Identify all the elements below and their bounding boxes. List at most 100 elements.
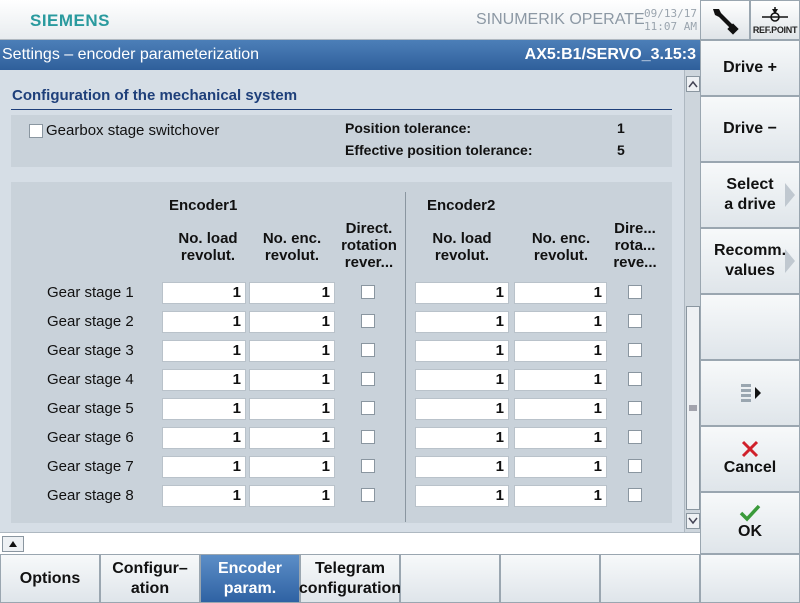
e1-enc-revolutions-input[interactable]: 1	[249, 456, 335, 478]
e1-load-revolutions-input[interactable]: 1	[162, 485, 246, 507]
recall-button[interactable]	[2, 536, 24, 552]
e2-enc-revolutions-input[interactable]: 1	[514, 282, 607, 304]
configuration-button[interactable]: Configur– ation	[100, 554, 200, 603]
gearbox-checkbox[interactable]	[29, 124, 43, 138]
ok-label: OK	[738, 523, 762, 540]
recomm-values-button[interactable]: Recomm. values	[700, 228, 800, 294]
e2-enc-revolutions-input[interactable]: 1	[514, 340, 607, 362]
e2-enc-revolutions-input[interactable]: 1	[514, 311, 607, 333]
col-header-line: Dire...	[614, 220, 656, 237]
e1-direction-reverse-checkbox[interactable]	[361, 459, 375, 473]
col-header-line: revolut.	[264, 247, 320, 264]
title-bar: Settings – encoder parameterization AX5:…	[0, 40, 700, 70]
refpoint-button[interactable]: REF.POINT	[750, 0, 800, 40]
position-tolerance-value: 1	[617, 120, 625, 136]
col-header-line: No. enc.	[531, 230, 591, 247]
e2-load-revolutions-input[interactable]: 1	[415, 485, 509, 507]
e2-direction-reverse-checkbox[interactable]	[628, 343, 642, 357]
e1-load-revolutions-input[interactable]: 1	[162, 427, 246, 449]
tools-button[interactable]	[700, 0, 750, 40]
col-header-e2-load: No. load revolut.	[415, 230, 509, 264]
empty-softkey-5[interactable]	[700, 294, 800, 360]
scroll-thumb[interactable]	[686, 306, 700, 510]
telegram-config-button[interactable]: Telegram configuration	[298, 554, 402, 603]
e1-load-revolutions-input[interactable]: 1	[162, 456, 246, 478]
softkey-line: configuration	[298, 579, 402, 597]
checkmark-icon	[739, 504, 761, 522]
e1-direction-reverse-checkbox[interactable]	[361, 401, 375, 415]
gear-stage-label: Gear stage 1	[47, 284, 134, 301]
e1-direction-reverse-checkbox[interactable]	[361, 285, 375, 299]
e1-direction-reverse-checkbox[interactable]	[361, 343, 375, 357]
e1-enc-revolutions-input[interactable]: 1	[249, 398, 335, 420]
e2-load-revolutions-input[interactable]: 1	[415, 369, 509, 391]
e2-direction-reverse-checkbox[interactable]	[628, 372, 642, 386]
e1-load-revolutions-input[interactable]: 1	[162, 340, 246, 362]
e1-direction-reverse-checkbox[interactable]	[361, 488, 375, 502]
empty-softkey-h8[interactable]	[700, 554, 800, 603]
e2-load-revolutions-input[interactable]: 1	[415, 311, 509, 333]
gear-stage-label: Gear stage 6	[47, 429, 134, 446]
e2-load-revolutions-input[interactable]: 1	[415, 398, 509, 420]
cancel-button[interactable]: Cancel	[700, 426, 800, 492]
col-header-line: Direct.	[345, 220, 393, 237]
drive-minus-button[interactable]: Drive −	[700, 96, 800, 162]
e1-enc-revolutions-input[interactable]: 1	[249, 282, 335, 304]
select-drive-button[interactable]: Select a drive	[700, 162, 800, 228]
e2-enc-revolutions-input[interactable]: 1	[514, 398, 607, 420]
tolerance-panel: Gearbox stage switchover Position tolera…	[11, 115, 672, 167]
vertical-scrollbar[interactable]	[684, 70, 700, 532]
more-softkeys-button[interactable]	[700, 360, 800, 426]
e2-load-revolutions-input[interactable]: 1	[415, 282, 509, 304]
e2-direction-reverse-checkbox[interactable]	[628, 488, 642, 502]
datetime: 09/13/17 11:07 AM	[643, 7, 697, 33]
e1-direction-reverse-checkbox[interactable]	[361, 314, 375, 328]
e2-enc-revolutions-input[interactable]: 1	[514, 369, 607, 391]
empty-softkey-h7[interactable]	[600, 554, 700, 603]
e2-direction-reverse-checkbox[interactable]	[628, 285, 642, 299]
e1-enc-revolutions-input[interactable]: 1	[249, 369, 335, 391]
e1-load-revolutions-input[interactable]: 1	[162, 311, 246, 333]
softkey-line: Encoder	[217, 559, 282, 577]
refpoint-icon	[762, 7, 788, 22]
drive-plus-button[interactable]: Drive +	[700, 40, 800, 96]
header-bar: SIEMENS SINUMERIK OPERATE 09/13/17 11:07…	[0, 0, 700, 40]
softkey-line: values	[725, 262, 775, 279]
e2-load-revolutions-input[interactable]: 1	[415, 427, 509, 449]
e1-direction-reverse-checkbox[interactable]	[361, 372, 375, 386]
scroll-up-button[interactable]	[686, 76, 700, 92]
options-button[interactable]: Options	[0, 554, 100, 603]
ok-button[interactable]: OK	[700, 492, 800, 554]
e1-direction-reverse-checkbox[interactable]	[361, 430, 375, 444]
e1-enc-revolutions-input[interactable]: 1	[249, 427, 335, 449]
chevron-up-icon	[9, 541, 17, 547]
scroll-down-button[interactable]	[686, 513, 700, 529]
e1-enc-revolutions-input[interactable]: 1	[249, 311, 335, 333]
e1-enc-revolutions-input[interactable]: 1	[249, 340, 335, 362]
empty-softkey-h6[interactable]	[500, 554, 600, 603]
e2-load-revolutions-input[interactable]: 1	[415, 456, 509, 478]
e2-enc-revolutions-input[interactable]: 1	[514, 456, 607, 478]
section-title: Configuration of the mechanical system	[12, 87, 298, 104]
encoder-param-button[interactable]: Encoder param.	[200, 554, 300, 603]
e2-direction-reverse-checkbox[interactable]	[628, 314, 642, 328]
e1-enc-revolutions-input[interactable]: 1	[249, 485, 335, 507]
gearbox-label: Gearbox stage switchover	[46, 122, 220, 139]
e2-load-revolutions-input[interactable]: 1	[415, 340, 509, 362]
col-header-line: No. load	[178, 230, 238, 247]
e2-direction-reverse-checkbox[interactable]	[628, 459, 642, 473]
date-text: 09/13/17	[644, 7, 697, 20]
page-title: Settings – encoder parameterization	[2, 46, 260, 63]
encoder-divider	[405, 192, 406, 522]
e2-enc-revolutions-input[interactable]: 1	[514, 427, 607, 449]
main-content: Configuration of the mechanical system G…	[0, 70, 684, 532]
e1-load-revolutions-input[interactable]: 1	[162, 398, 246, 420]
e1-load-revolutions-input[interactable]: 1	[162, 282, 246, 304]
e2-enc-revolutions-input[interactable]: 1	[514, 485, 607, 507]
empty-softkey-h5[interactable]	[400, 554, 500, 603]
e2-direction-reverse-checkbox[interactable]	[628, 430, 642, 444]
recall-strip	[0, 532, 700, 554]
softkey-line: param.	[223, 579, 277, 597]
e2-direction-reverse-checkbox[interactable]	[628, 401, 642, 415]
e1-load-revolutions-input[interactable]: 1	[162, 369, 246, 391]
